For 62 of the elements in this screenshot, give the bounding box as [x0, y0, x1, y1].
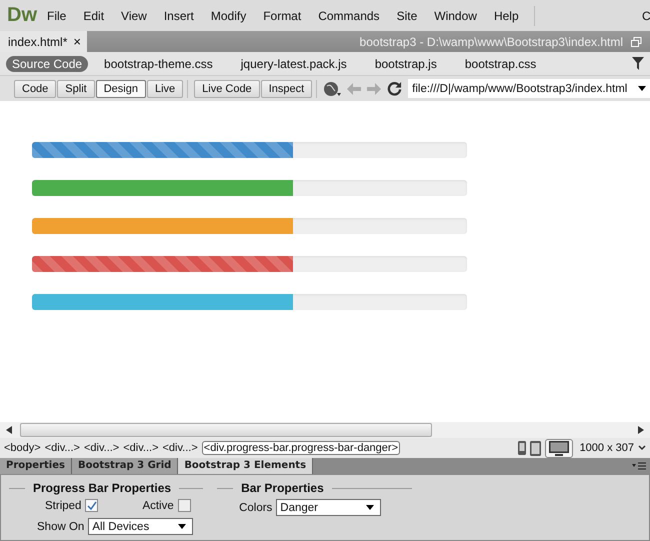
related-file-tab[interactable]: bootstrap.css — [458, 56, 542, 72]
app-logo: Dw — [7, 4, 37, 27]
tag-selector-item[interactable]: <body> — [4, 442, 41, 454]
colors-dropdown[interactable]: Danger — [276, 499, 382, 516]
caret-icon[interactable] — [178, 524, 186, 529]
menu-item[interactable]: C — [642, 8, 650, 22]
menu-item[interactable]: Insert — [164, 8, 194, 22]
filter-icon[interactable] — [632, 57, 644, 70]
tablet-icon[interactable] — [530, 440, 541, 456]
show-on-dropdown[interactable]: All Devices — [88, 518, 194, 535]
section-title: Progress Bar Properties — [33, 481, 172, 495]
menu-item[interactable]: Site — [396, 8, 418, 22]
tag-selector-item[interactable]: <div.progress-bar.progress-bar-danger> — [202, 441, 400, 455]
address-field[interactable]: file:///D|/wamp/www/Bootstrap3/index.html — [408, 79, 650, 98]
panel-tab[interactable]: Properties — [0, 458, 72, 474]
field-label: Colors — [239, 502, 272, 514]
menu-item[interactable]: Help — [494, 8, 519, 22]
menu-item[interactable]: Commands — [318, 8, 380, 22]
caret-icon[interactable] — [366, 505, 374, 510]
related-file-tab[interactable]: jquery-latest.pack.js — [234, 56, 353, 72]
panel-tab[interactable]: Bootstrap 3 Elements — [178, 458, 314, 474]
refresh-icon[interactable] — [387, 81, 402, 96]
scroll-left-icon[interactable] — [6, 426, 12, 434]
field-label: Show On — [37, 520, 84, 532]
tag-selector-item[interactable]: <div...> — [123, 442, 158, 454]
tag-selector-item[interactable]: <div...> — [162, 442, 198, 454]
related-file-tab[interactable]: bootstrap-theme.css — [98, 56, 219, 72]
field-label: Active — [142, 500, 174, 512]
caret-icon[interactable] — [638, 86, 646, 91]
close-icon[interactable]: × — [71, 31, 87, 52]
menu-item[interactable]: Edit — [83, 8, 104, 22]
menu-item[interactable]: File — [47, 8, 66, 22]
menu-item[interactable]: Window — [434, 8, 477, 22]
menu-item[interactable]: View — [121, 8, 147, 22]
restore-icon[interactable] — [631, 36, 642, 46]
horizontal-scrollbar[interactable] — [0, 422, 650, 438]
related-file-tab[interactable]: Source Code — [6, 56, 88, 72]
toolbar-button[interactable]: Live Code — [194, 80, 260, 98]
panel-menu-icon[interactable] — [632, 462, 646, 470]
menu-item[interactable]: Format — [263, 8, 302, 22]
globe-icon[interactable] — [323, 80, 342, 96]
field-label: Striped — [45, 500, 82, 512]
checkbox[interactable] — [178, 499, 191, 512]
panel-tab[interactable]: Bootstrap 3 Grid — [72, 458, 178, 474]
view-button[interactable]: Split — [57, 80, 95, 98]
document-tab[interactable]: index.html* — [0, 31, 72, 52]
view-button[interactable]: Design — [96, 80, 146, 98]
desktop-icon[interactable] — [544, 438, 573, 458]
related-file-tab[interactable]: bootstrap.js — [368, 56, 443, 72]
tag-selector-item[interactable]: <div...> — [84, 442, 120, 454]
document-path: bootstrap3 - D:\wamp\www\Bootstrap3\index.html — [360, 34, 623, 48]
window-size-menu[interactable]: 1000 x 307 — [580, 442, 634, 454]
phone-icon[interactable] — [518, 441, 526, 455]
scroll-right-icon[interactable] — [638, 426, 644, 434]
menu-item[interactable]: Modify — [210, 8, 246, 22]
view-button[interactable]: Live — [146, 80, 184, 98]
toolbar-button[interactable]: Inspect — [260, 80, 312, 98]
section-title: Bar Properties — [241, 481, 324, 495]
tag-selector-item[interactable]: <div...> — [44, 442, 80, 454]
view-button[interactable]: Code — [14, 80, 56, 98]
checkbox[interactable] — [85, 499, 98, 512]
chevron-down-icon[interactable] — [638, 445, 646, 451]
